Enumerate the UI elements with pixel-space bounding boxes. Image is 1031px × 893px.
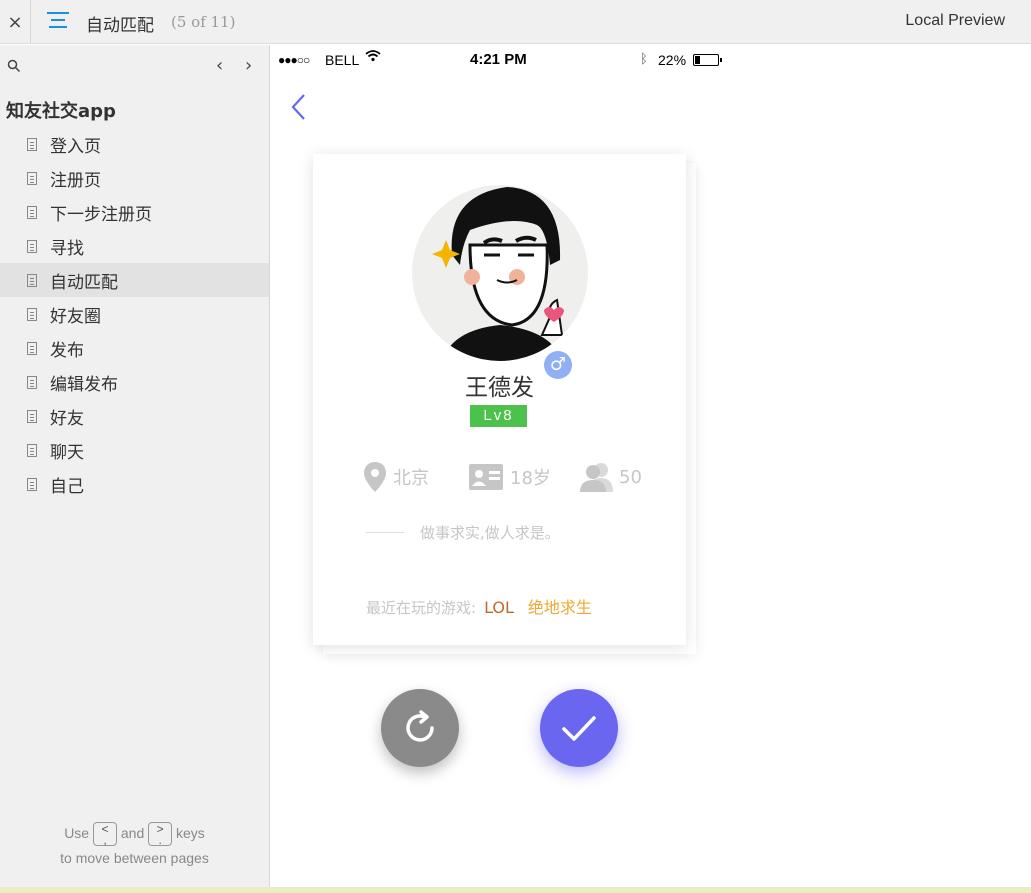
id-card-icon [469,464,503,490]
chevron-left-icon[interactable]: ‹ [216,55,223,76]
back-icon[interactable] [288,92,310,122]
confirm-button[interactable] [540,689,618,767]
page-icon [27,205,37,219]
sidebar-item-auto-match[interactable]: 自动匹配 [0,263,269,297]
sidebar-item-label: 聊天 [50,442,84,463]
sidebar-item-register[interactable]: 注册页 [0,161,269,195]
sidebar-item-label: 自动匹配 [50,272,118,293]
sidebar-item-edit-publish[interactable]: 编辑发布 [0,365,269,399]
friends-icon [580,463,613,492]
game-tag-lol: LOL [484,598,514,617]
carrier-label: BELL [325,52,360,68]
page-list: 登入页 注册页 下一步注册页 寻找 自动匹配 好友圈 发布 编辑发布 好友 聊天… [0,127,269,501]
bluetooth-icon: ᛒ [640,51,648,66]
location-pin-icon [364,462,386,492]
sidebar-item-friend-circle[interactable]: 好友圈 [0,297,269,331]
page-icon [27,137,37,151]
sidebar-item-label: 发布 [50,340,84,361]
menu-icon[interactable] [47,12,69,32]
keyboard-hint: Use <, and >. keys to move between pages [60,822,209,867]
sidebar-item-label: 注册页 [50,170,101,191]
phone-status-bar: ●●●○○ BELL 4:21 PM ᛒ 22% [270,46,730,74]
page-icon [27,443,37,457]
sidebar-item-chat[interactable]: 聊天 [0,433,269,467]
page-icon [27,307,37,321]
motto-text: 做事求实,做人求是。 [420,524,560,542]
avatar [412,185,588,361]
sidebar-item-register-next[interactable]: 下一步注册页 [0,195,269,229]
key-prev: <, [92,822,117,847]
level-badge: Lv8 [470,405,527,427]
age-info: 18岁 [468,462,551,492]
friends-count: 50 [619,466,642,488]
profile-name: 王德发 [465,375,534,401]
motto-divider [366,532,404,533]
battery-icon [693,54,722,66]
sidebar: ‹ › 知友社交app 登入页 注册页 下一步注册页 寻找 自动匹配 好友圈 发… [0,45,270,888]
close-button[interactable]: × [0,0,31,44]
games-label: 最近在玩的游戏: [366,599,477,617]
page-icon [27,375,37,389]
page-count: (5 of 11) [171,13,236,31]
sidebar-item-label: 下一步注册页 [50,204,152,225]
sidebar-item-label: 自己 [50,476,84,497]
sidebar-item-label: 寻找 [50,238,84,259]
sidebar-item-label: 好友 [50,408,84,429]
search-icon[interactable] [7,59,21,73]
page-icon [27,273,37,287]
refresh-button[interactable] [381,689,459,767]
page-icon [27,171,37,185]
local-preview-label: Local Preview [905,12,1005,29]
page-icon [27,341,37,355]
sidebar-item-label: 编辑发布 [50,374,118,395]
match-card[interactable]: ♂ 王德发 Lv8 北京 18岁 50 做事求实,做人求是。 最近在玩的游戏: L… [313,154,686,645]
location-info: 北京 [363,462,429,492]
page-icon [27,477,37,491]
location-text: 北京 [393,468,429,489]
key-next: >. [148,822,173,847]
checkmark-icon [562,716,596,741]
sidebar-item-label: 好友圈 [50,306,101,327]
signal-icon: ●●●○○ [278,53,310,67]
bottom-strip [0,887,1031,893]
wifi-icon [365,50,381,62]
sidebar-item-search[interactable]: 寻找 [0,229,269,263]
sidebar-item-self[interactable]: 自己 [0,467,269,501]
sidebar-item-label: 登入页 [50,136,101,157]
sidebar-item-friends[interactable]: 好友 [0,399,269,433]
age-text: 18岁 [510,468,551,489]
page-icon [27,409,37,423]
refresh-icon [406,710,434,742]
project-title: 知友社交app [6,101,116,122]
top-bar: × 自动匹配 (5 of 11) Local Preview [0,0,1031,44]
game-tag-pubg: 绝地求生 [527,598,592,617]
chevron-right-icon[interactable]: › [245,55,252,76]
sidebar-item-publish[interactable]: 发布 [0,331,269,365]
page-title: 自动匹配 [86,16,154,36]
recent-games: 最近在玩的游戏: LOL 绝地求生 [366,594,592,618]
clock: 4:21 PM [470,51,527,68]
page-icon [27,239,37,253]
battery-percent: 22% [658,52,687,68]
sidebar-item-login[interactable]: 登入页 [0,127,269,161]
friends-info: 50 [579,462,642,492]
